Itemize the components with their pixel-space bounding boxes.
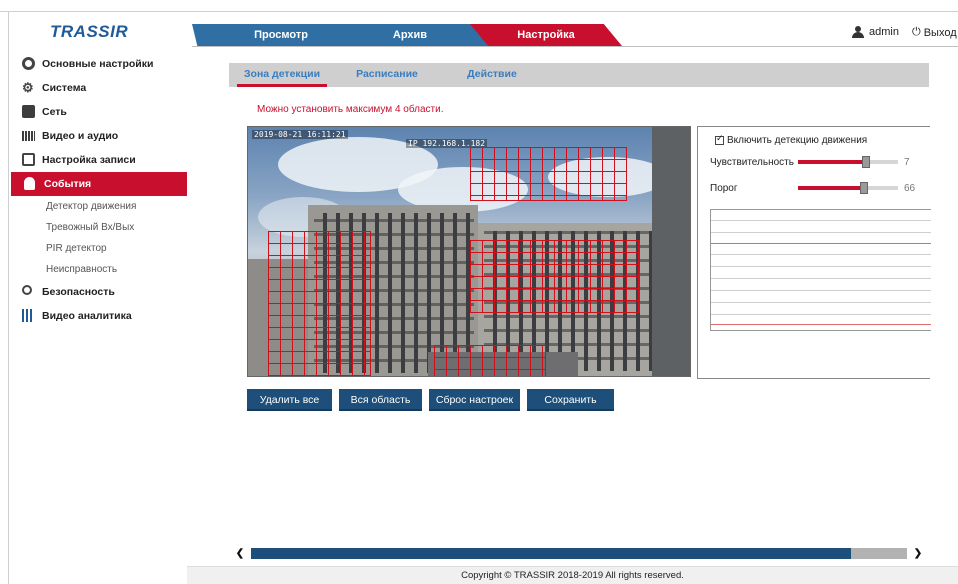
sidebar-subitem-alarm-io[interactable]: Тревожный Вх/Вых [9, 217, 187, 238]
gears-icon [22, 76, 35, 100]
scroll-thumb[interactable] [851, 548, 907, 559]
subtab-bar: Зона детекции Расписание Действие [229, 63, 929, 87]
sidebar-item-network[interactable]: Сеть [9, 100, 187, 124]
sidebar-subitem-pir[interactable]: PIR детектор [9, 238, 187, 259]
power-icon: ⏻ [912, 26, 921, 38]
detection-zone-3[interactable] [470, 240, 640, 313]
whole-area-button[interactable]: Вся область [339, 389, 422, 411]
motion-settings-panel: Включить детекцию движения Чувствительно… [697, 126, 931, 379]
scroll-left-button[interactable]: ❮ [229, 548, 251, 559]
sidebar-item-events[interactable]: События [11, 172, 187, 196]
sidebar-item-video-audio[interactable]: Видео и аудио [9, 124, 187, 148]
analytics-icon [22, 309, 35, 322]
threshold-label: Порог [710, 183, 738, 194]
user-name: admin [869, 26, 899, 38]
enable-motion-label: Включить детекцию движения [727, 135, 868, 146]
graph-gridline [711, 290, 931, 291]
video-icon [22, 131, 35, 141]
delete-all-button[interactable]: Удалить все [247, 389, 332, 411]
logout-button[interactable]: ⏻ Выход [912, 26, 957, 39]
tab-action[interactable]: Действие [457, 63, 527, 87]
sidebar-item-analytics[interactable]: Видео аналитика [9, 304, 187, 328]
sidebar-item-system[interactable]: Система [9, 76, 187, 100]
graph-gridline [711, 232, 931, 233]
sidebar-item-label: События [44, 178, 92, 190]
main-tabs: Просмотр Архив Настройка [192, 24, 958, 46]
sidebar-item-basic-settings[interactable]: Основные настройки [9, 52, 187, 76]
gear-icon [22, 57, 35, 70]
max-areas-warning: Можно установить максимум 4 области. [257, 104, 444, 115]
sidebar-item-label: Система [42, 82, 87, 94]
slider-fill [798, 186, 864, 190]
save-button[interactable]: Сохранить [527, 389, 614, 411]
sidebar-item-label: Основные настройки [42, 58, 154, 70]
top-divider [0, 11, 958, 12]
camera-preview[interactable]: 2019-08-21 16:11:21 IP 192.168.1.182 [247, 126, 691, 377]
sidebar-subitem-fault[interactable]: Неисправность [9, 259, 187, 280]
graph-threshold-line [711, 324, 931, 325]
logout-label: Выход [923, 26, 957, 39]
tab-schedule[interactable]: Расписание [347, 63, 427, 87]
user-menu[interactable]: admin [852, 26, 899, 38]
sidebar-subitem-motion[interactable]: Детектор движения [9, 196, 187, 217]
sidebar: Основные настройки Система Сеть Видео и … [9, 52, 187, 328]
disk-icon [22, 153, 35, 166]
sidebar-item-security[interactable]: Безопасность [9, 280, 187, 304]
sensitivity-label: Чувствительность [710, 157, 794, 168]
detection-zone-4[interactable] [434, 345, 546, 376]
graph-signal-line [711, 243, 931, 244]
enable-motion-row: Включить детекцию движения [715, 133, 868, 146]
graph-gridline [711, 220, 931, 221]
slider-thumb[interactable] [862, 156, 870, 168]
threshold-slider[interactable] [798, 182, 898, 194]
sidebar-item-label: Видео аналитика [42, 310, 132, 322]
sidebar-item-label: Настройка записи [42, 154, 136, 166]
graph-gridline [711, 278, 931, 279]
sidebar-item-label: Видео и аудио [42, 130, 119, 142]
graph-gridline [711, 314, 931, 315]
zone-actions: Удалить все Вся область Сброс настроек С… [247, 389, 614, 411]
scroll-right-button[interactable]: ❯ [907, 548, 929, 559]
sensitivity-slider[interactable] [798, 156, 898, 168]
event-icon [24, 177, 35, 190]
tab-divider [192, 46, 958, 47]
threshold-value: 66 [904, 183, 916, 194]
tab-archive[interactable]: Архив [330, 24, 490, 46]
user-icon [852, 26, 864, 38]
slider-thumb[interactable] [860, 182, 868, 194]
tab-settings[interactable]: Настройка [470, 24, 622, 46]
slider-fill [798, 160, 866, 164]
graph-gridline [711, 254, 931, 255]
sidebar-item-recording[interactable]: Настройка записи [9, 148, 187, 172]
tab-detection-zone[interactable]: Зона детекции [237, 63, 327, 87]
graph-gridline [711, 266, 931, 267]
enable-motion-checkbox[interactable] [715, 133, 724, 145]
reset-settings-button[interactable]: Сброс настроек [429, 389, 520, 411]
horizontal-scrollbar[interactable]: ❮ ❯ [229, 548, 929, 559]
sidebar-item-label: Безопасность [42, 286, 115, 298]
trassir-logo: TRASSIR [50, 22, 129, 41]
window-frame [652, 127, 690, 376]
motion-level-graph [710, 209, 931, 331]
graph-gridline [711, 302, 931, 303]
detection-zone-2[interactable] [268, 231, 371, 376]
sidebar-item-label: Сеть [42, 106, 67, 118]
detection-zone-1[interactable] [470, 147, 627, 201]
network-icon [22, 105, 35, 118]
sensitivity-value: 7 [904, 157, 910, 168]
osd-timestamp: 2019-08-21 16:11:21 [252, 130, 348, 139]
footer-copyright: Copyright © TRASSIR 2018-2019 All rights… [187, 566, 958, 584]
security-icon [22, 285, 32, 295]
